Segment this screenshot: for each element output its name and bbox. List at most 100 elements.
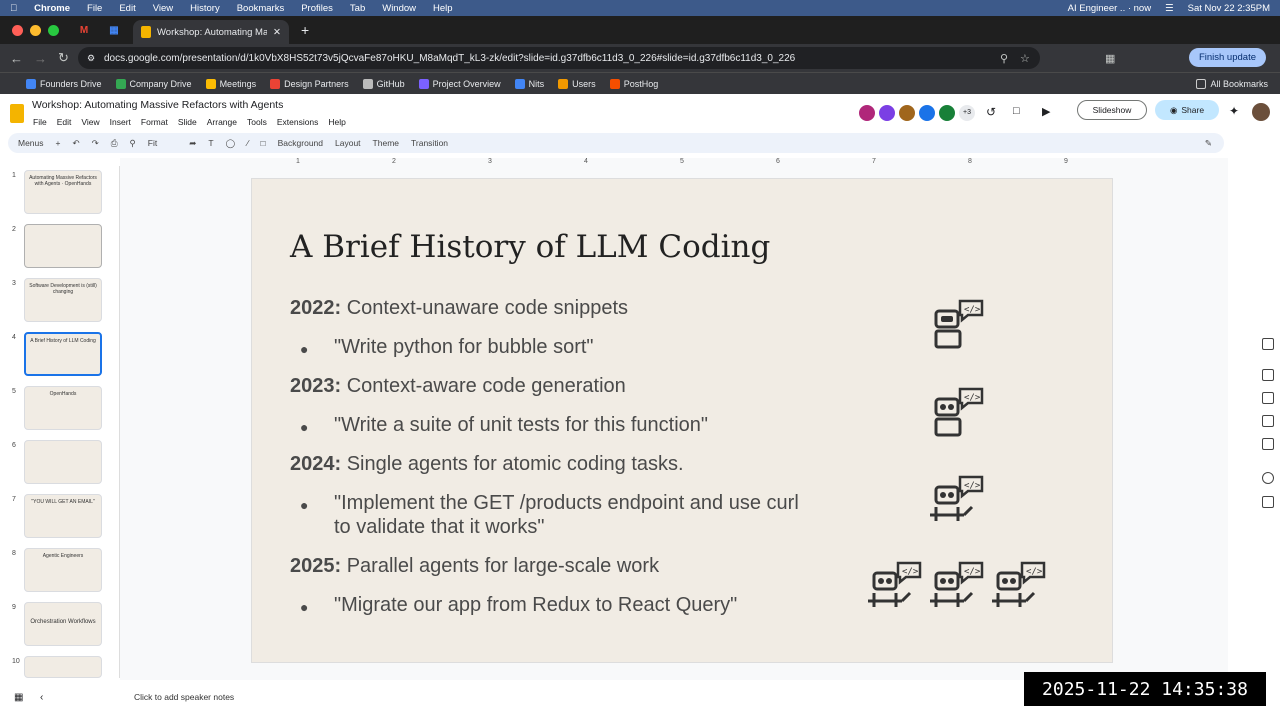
example-prompt[interactable]: "Migrate our app from Redux to React Que… (334, 593, 814, 617)
collapse-rail-icon[interactable]: ‹ (40, 692, 43, 703)
menu-window[interactable]: Window (382, 3, 416, 14)
robot-code-icon[interactable]: </> (924, 297, 986, 359)
wifi-icon[interactable]: ☰ (1165, 3, 1174, 14)
grid-view-icon[interactable]: ▦ (14, 692, 23, 703)
slide-thumb-5[interactable]: OpenHands (24, 386, 102, 430)
doc-menu-edit[interactable]: Edit (57, 117, 72, 127)
bookmark-design-partners[interactable]: Design Partners (270, 78, 349, 89)
gmail-tab-icon[interactable]: M (73, 19, 95, 41)
comment-icon[interactable]: □ (1013, 105, 1020, 117)
slide-thumb-3[interactable]: Software Development is (still) changing (24, 278, 102, 322)
slide-thumb-4[interactable]: A Brief History of LLM Coding (24, 332, 102, 376)
slide-thumb-7[interactable]: "YOU WILL GET AN EMAIL" (24, 494, 102, 538)
bookmark-github[interactable]: GitHub (362, 78, 405, 89)
status-notification[interactable]: AI Engineer .. · now (1068, 3, 1151, 14)
tasks-side-icon[interactable] (1262, 392, 1274, 404)
redo-icon[interactable]: ↷ (92, 138, 99, 149)
line-icon[interactable]: ∕ (247, 138, 248, 148)
avatar[interactable] (878, 104, 896, 122)
example-prompt[interactable]: "Implement the GET /products endpoint an… (334, 491, 814, 539)
bookmark-company-drive[interactable]: Company Drive (115, 78, 192, 89)
print-icon[interactable]: ⎙ (111, 138, 118, 149)
minimize-window-button[interactable] (30, 24, 41, 36)
menu-tab[interactable]: Tab (350, 3, 365, 14)
pen-icon[interactable]: ✎ (1205, 138, 1212, 149)
menu-profiles[interactable]: Profiles (301, 3, 333, 14)
undo-icon[interactable]: ↶ (72, 138, 79, 149)
slides-logo-icon[interactable] (10, 104, 24, 123)
doc-menu-slide[interactable]: Slide (178, 117, 197, 127)
theme-button[interactable]: Theme (373, 138, 399, 148)
example-prompt[interactable]: "Write a suite of unit tests for this fu… (334, 413, 814, 437)
slide-thumb-8[interactable]: Agentic Engineers (24, 548, 102, 592)
bookmark-meetings[interactable]: Meetings (205, 78, 256, 89)
add-slide-icon[interactable]: + (56, 138, 61, 148)
timeline-row-2025[interactable]: 2025: Parallel agents for large-scale wo… (290, 555, 659, 578)
robot-agent-icon[interactable]: </> (924, 559, 986, 621)
timeline-row-2024[interactable]: 2024: Single agents for atomic coding ta… (290, 453, 684, 476)
layout-button[interactable]: Layout (335, 138, 361, 148)
add-on-side-icon[interactable] (1262, 472, 1274, 484)
finish-update-button[interactable]: Finish update (1188, 48, 1266, 67)
share-button[interactable]: ◉ Share (1155, 100, 1219, 120)
slide-thumb-9[interactable]: Orchestration Workflows (24, 602, 102, 646)
panel-side-icon[interactable] (1262, 496, 1274, 508)
history-icon[interactable]: ↺ (986, 105, 996, 119)
bookmark-posthog[interactable]: PostHog (609, 78, 658, 89)
doc-menu-tools[interactable]: Tools (247, 117, 267, 127)
bookmark-project-overview[interactable]: Project Overview (418, 78, 501, 89)
reload-icon[interactable]: ↻ (58, 50, 69, 66)
bookmark-star-icon[interactable]: ☆ (1020, 52, 1030, 65)
avatar[interactable] (858, 104, 876, 122)
slide-thumb-6[interactable] (24, 440, 102, 484)
calendar-tab-icon[interactable]: ▦ (103, 19, 125, 41)
new-tab-button[interactable]: + (301, 22, 309, 38)
more-users-badge[interactable]: +3 (958, 104, 976, 122)
apple-icon[interactable]:  (10, 3, 17, 14)
url-field[interactable]: ⚙ docs.google.com/presentation/d/1k0VbX8… (78, 47, 1040, 69)
bookmark-founders-drive[interactable]: Founders Drive (26, 78, 102, 89)
avatar[interactable] (918, 104, 936, 122)
all-bookmarks[interactable]: All Bookmarks (1196, 78, 1268, 89)
slide-thumb-1[interactable]: Automating Massive Refactors with Agents… (24, 170, 102, 214)
avatar[interactable] (898, 104, 916, 122)
close-window-button[interactable] (12, 24, 23, 36)
menu-edit[interactable]: Edit (119, 3, 135, 14)
comment-add-icon[interactable]: □ (261, 138, 266, 148)
forward-icon[interactable]: → (34, 51, 47, 66)
select-icon[interactable]: ➦ (189, 138, 196, 149)
robot-code-icon[interactable]: </> (924, 385, 986, 447)
search-menus[interactable]: Menus (18, 138, 44, 148)
menu-help[interactable]: Help (433, 3, 453, 14)
doc-menu-extensions[interactable]: Extensions (277, 117, 319, 127)
clock[interactable]: Sat Nov 22 2:35PM (1188, 3, 1270, 14)
site-info-icon[interactable]: ⚙ (87, 53, 95, 64)
avatar[interactable] (938, 104, 956, 122)
menu-view[interactable]: View (153, 3, 173, 14)
robot-agent-icon[interactable]: </> (862, 559, 924, 621)
drive-side-icon[interactable] (1262, 438, 1274, 450)
slide-thumb-2[interactable] (24, 224, 102, 268)
current-slide[interactable]: A Brief History of LLM Coding 2022: Cont… (251, 178, 1113, 663)
bookmark-nits[interactable]: Nits (514, 78, 544, 89)
slide-title[interactable]: A Brief History of LLM Coding (290, 229, 770, 265)
doc-menu-view[interactable]: View (81, 117, 99, 127)
search-icon[interactable]: ⚲ (1000, 52, 1008, 65)
doc-title[interactable]: Workshop: Automating Massive Refactors w… (32, 99, 283, 111)
menu-bookmarks[interactable]: Bookmarks (237, 3, 285, 14)
doc-menu-help[interactable]: Help (328, 117, 345, 127)
example-prompt[interactable]: "Write python for bubble sort" (334, 335, 814, 359)
timeline-row-2023[interactable]: 2023: Context-aware code generation (290, 375, 626, 398)
zoom-icon[interactable]: ⚲ (130, 138, 136, 149)
extensions-icon[interactable]: ▦ (1105, 52, 1115, 65)
menu-file[interactable]: File (87, 3, 102, 14)
active-tab[interactable]: Workshop: Automating Massive ✕ (133, 20, 289, 44)
gemini-icon[interactable]: ✦ (1229, 104, 1239, 118)
back-icon[interactable]: ← (10, 51, 23, 66)
textbox-icon[interactable]: T (208, 138, 213, 148)
doc-menu-format[interactable]: Format (141, 117, 168, 127)
account-avatar[interactable] (1252, 103, 1270, 121)
doc-menu-file[interactable]: File (33, 117, 47, 127)
slideshow-button[interactable]: Slideshow (1077, 100, 1147, 120)
slide-thumb-10[interactable] (24, 656, 102, 678)
